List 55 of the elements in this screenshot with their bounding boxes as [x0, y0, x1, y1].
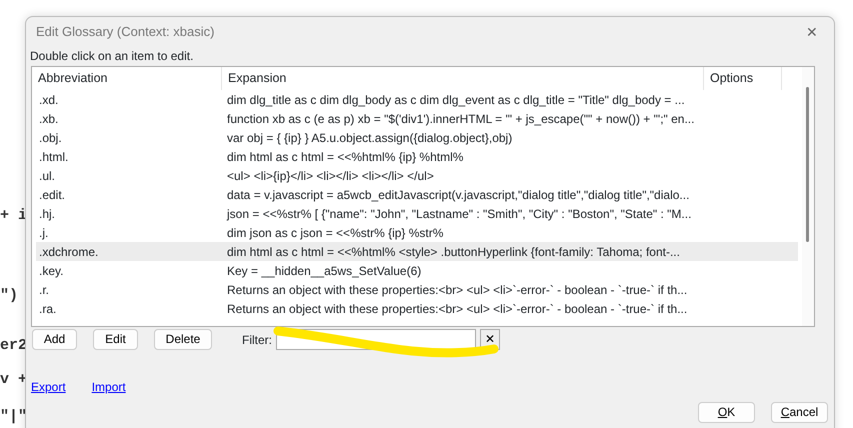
table-row[interactable]: .edit. data = v.javascript = a5wcb_editJavascript(v.javascript,"dialog title","dialog title","dialo...: [36, 185, 798, 204]
table-row[interactable]: .j. dim json as c json = <<%str% {ip} %str%: [36, 223, 798, 242]
instruction-text: Double click on an item to edit.: [29, 48, 194, 65]
link[interactable]: Import: [92, 378, 126, 396]
close-button[interactable]: ✕: [800, 20, 824, 44]
table-row[interactable]: .ra. Returns an object with these properties:<br> <ul> <li>`-error-` - boolean - `-true-` if th...: [36, 299, 798, 318]
table-row[interactable]: .xb. function xb as c (e as p) xb = "$('div1').innerHTML = '" + js_escape("" + now()) + "';" en...: [36, 109, 798, 128]
table-cell-text: Key = __hidden__a5ws_SetValue(6): [226, 262, 422, 280]
table-cell-text: .xd.: [38, 92, 60, 108]
table-cell-text: .edit.: [38, 186, 66, 204]
table-cell-text: dim dlg_title as c dim dlg_body as c dim dlg_event as c dlg_title = "Title" dlg_body = ...: [226, 92, 686, 108]
ok-button[interactable]: OK: [698, 402, 755, 423]
table-cell-text: dim html as c html = <<%html% <style> .buttonHyperlink {font-family: Tahoma; font-...: [226, 244, 681, 260]
table-row[interactable]: .ul. <ul> <li>{ip}</li> <li></li> <li></li> </ul>: [36, 166, 798, 185]
table-cell-text: Returns an object with these properties:<br> <ul> <li>`-error-` - boolean - `-true-` if th...: [226, 282, 688, 298]
filter-label: Filter:: [242, 332, 272, 348]
table-cell-text: var obj = { {ip} } A5.u.object.assign({dialog.object},obj): [226, 130, 514, 146]
table-cell-text: .j.: [38, 224, 50, 242]
table-cell-text: Returns an object with these properties:<br> <ul> <li>`-error-` - boolean - `-true-` if th...: [226, 300, 688, 318]
table-cell-text: .ra.: [38, 300, 58, 318]
table-cell-text: dim html as c html = <<%html% {ip} %html%: [226, 148, 464, 166]
code-text: "|": [0, 407, 28, 427]
table-cell-text: json = <<%str% [ {"name": "John", "Lastname" : "Smith", "City" : "Boston", "State" : "M...: [226, 206, 692, 222]
add-button[interactable]: Add: [32, 329, 77, 350]
table-cell-text: dim json as c json = <<%str% {ip} %str%: [226, 224, 444, 242]
table-row[interactable]: .obj. var obj = { {ip} } A5.u.object.assign({dialog.object},obj): [36, 128, 798, 147]
table-cell-text: .key.: [38, 262, 64, 280]
table-row[interactable]: .r. Returns an object with these properties:<br> <ul> <li>`-error-` - boolean - `-true-` if th...: [36, 280, 798, 299]
table-cell-text: .xdchrome.: [38, 244, 100, 260]
link[interactable]: Export: [31, 378, 66, 396]
column-header[interactable]: Expansion: [222, 67, 704, 90]
table-cell-text: <ul> <li>{ip}</li> <li></li> <li></li> </ul>: [226, 168, 435, 184]
window-title: Edit Glossary (Context: xbasic): [36, 23, 214, 42]
table-cell-text: .ul.: [38, 168, 56, 184]
table-cell-text: .obj.: [38, 130, 63, 146]
cancel-button[interactable]: Cancel: [771, 402, 828, 423]
table-cell-text: .r.: [38, 282, 50, 298]
table-cell-text: function xb as c (e as p) xb = "$('div1').innerHTML = '" + js_escape("" + now()) + "';" en...: [226, 110, 696, 128]
code-text: er2: [0, 336, 28, 356]
table-cell-text: data = v.javascript = a5wcb_editJavascript(v.javascript,"dialog title","dialog title","dialo...: [226, 186, 690, 204]
scrollbar[interactable]: [802, 67, 814, 326]
table-row[interactable]: .xd. dim dlg_title as c dim dlg_body as c dim dlg_event as c dlg_title = "Title" dlg_body = ...: [36, 90, 798, 109]
table-row[interactable]: .key. Key = __hidden__a5ws_SetValue(6): [36, 261, 798, 280]
scrollbar-thumb[interactable]: [806, 87, 809, 242]
column-header[interactable]: Abbreviation: [32, 67, 222, 90]
table-row[interactable]: .xdchrome. dim html as c html = <<%html% <style> .buttonHyperlink {font-family: Tahoma; font-...: [36, 242, 798, 261]
code-text: "): [0, 286, 18, 306]
table-row[interactable]: .html. dim html as c html = <<%html% {ip} %html%: [36, 147, 798, 166]
edit-button[interactable]: Edit: [93, 329, 138, 350]
delete-button[interactable]: Delete: [154, 329, 212, 350]
table-row[interactable]: .hj. json = <<%str% [ {"name": "John", "Lastname" : "Smith", "City" : "Boston", "State" : "M...: [36, 204, 798, 223]
table-cell-text: .html.: [38, 148, 70, 166]
column-header[interactable]: Options: [704, 67, 782, 90]
table-cell-text: .xb.: [38, 110, 60, 128]
table-cell-text: .hj.: [38, 206, 56, 222]
